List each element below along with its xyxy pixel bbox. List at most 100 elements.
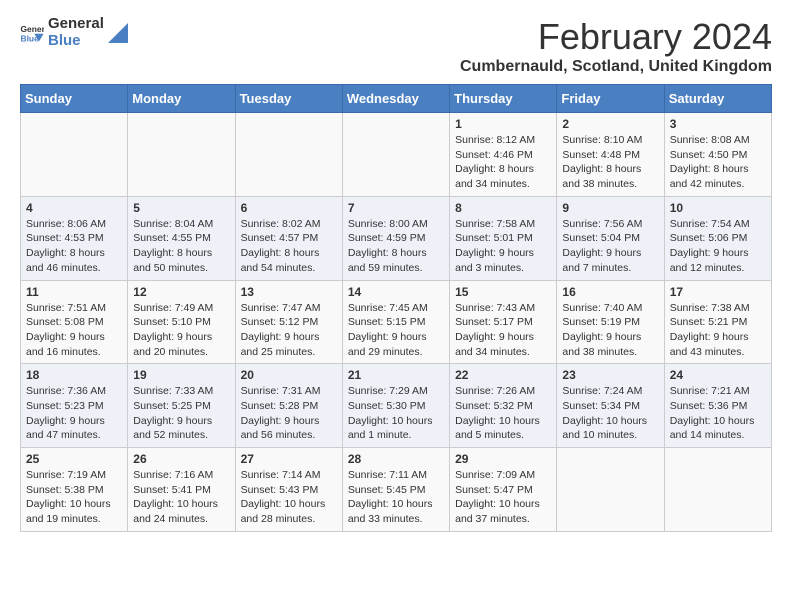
- header-tuesday: Tuesday: [235, 85, 342, 113]
- calendar-cell: 1Sunrise: 8:12 AM Sunset: 4:46 PM Daylig…: [450, 113, 557, 197]
- calendar-header-row: SundayMondayTuesdayWednesdayThursdayFrid…: [21, 85, 772, 113]
- day-number: 20: [241, 368, 337, 382]
- cell-content: Sunrise: 7:54 AM Sunset: 5:06 PM Dayligh…: [670, 217, 766, 276]
- cell-content: Sunrise: 7:21 AM Sunset: 5:36 PM Dayligh…: [670, 384, 766, 443]
- cell-content: Sunrise: 7:47 AM Sunset: 5:12 PM Dayligh…: [241, 301, 337, 360]
- calendar-cell: 23 Sunrise: 7:24 AM Sunset: 5:34 PM Dayli…: [557, 364, 664, 448]
- calendar-cell: 20Sunrise: 7:31 AM Sunset: 5:28 PM Dayli…: [235, 364, 342, 448]
- cell-content: Sunrise: 7:29 AM Sunset: 5:30 PM Dayligh…: [348, 384, 444, 443]
- calendar-cell: 14Sunrise: 7:45 AM Sunset: 5:15 PM Dayli…: [342, 280, 449, 364]
- day-number: 24: [670, 368, 766, 382]
- calendar-cell: 18Sunrise: 7:36 AM Sunset: 5:23 PM Dayli…: [21, 364, 128, 448]
- logo-triangle-icon: [108, 23, 128, 43]
- cell-content: Sunrise: 7:45 AM Sunset: 5:15 PM Dayligh…: [348, 301, 444, 360]
- day-number: 5: [133, 201, 229, 215]
- cell-content: Sunrise: 7:58 AM Sunset: 5:01 PM Dayligh…: [455, 217, 551, 276]
- calendar-week-row: 11 Sunrise: 7:51 AM Sunset: 5:08 PM Dayli…: [21, 280, 772, 364]
- calendar-cell: 22 Sunrise: 7:26 AM Sunset: 5:32 PM Dayli…: [450, 364, 557, 448]
- day-number: 23: [562, 368, 658, 382]
- header-friday: Friday: [557, 85, 664, 113]
- calendar-table: SundayMondayTuesdayWednesdayThursdayFrid…: [20, 84, 772, 532]
- cell-content: Sunrise: 7:09 AM Sunset: 5:47 PM Dayligh…: [455, 468, 551, 527]
- cell-content: Sunrise: 7:33 AM Sunset: 5:25 PM Dayligh…: [133, 384, 229, 443]
- calendar-cell: 13Sunrise: 7:47 AM Sunset: 5:12 PM Dayli…: [235, 280, 342, 364]
- cell-content: Sunrise: 7:24 AM Sunset: 5:34 PM Dayligh…: [562, 384, 658, 443]
- calendar-cell: [342, 113, 449, 197]
- header-wednesday: Wednesday: [342, 85, 449, 113]
- calendar-cell: 10 Sunrise: 7:54 AM Sunset: 5:06 PM Dayli…: [664, 196, 771, 280]
- calendar-cell: 17Sunrise: 7:38 AM Sunset: 5:21 PM Dayli…: [664, 280, 771, 364]
- calendar-week-row: 18Sunrise: 7:36 AM Sunset: 5:23 PM Dayli…: [21, 364, 772, 448]
- cell-content: Sunrise: 7:49 AM Sunset: 5:10 PM Dayligh…: [133, 301, 229, 360]
- day-number: 21: [348, 368, 444, 382]
- day-number: 28: [348, 452, 444, 466]
- calendar-cell: 19 Sunrise: 7:33 AM Sunset: 5:25 PM Dayli…: [128, 364, 235, 448]
- calendar-cell: 12 Sunrise: 7:49 AM Sunset: 5:10 PM Dayli…: [128, 280, 235, 364]
- day-number: 29: [455, 452, 551, 466]
- logo: General Blue General Blue: [20, 16, 128, 49]
- logo-icon: General Blue: [20, 23, 44, 43]
- cell-content: Sunrise: 7:26 AM Sunset: 5:32 PM Dayligh…: [455, 384, 551, 443]
- day-number: 2: [562, 117, 658, 131]
- header-saturday: Saturday: [664, 85, 771, 113]
- cell-content: Sunrise: 7:51 AM Sunset: 5:08 PM Dayligh…: [26, 301, 122, 360]
- calendar-week-row: 25Sunrise: 7:19 AM Sunset: 5:38 PM Dayli…: [21, 448, 772, 532]
- page-subtitle: Cumbernauld, Scotland, United Kingdom: [460, 58, 772, 76]
- calendar-week-row: 4 Sunrise: 8:06 AM Sunset: 4:53 PM Daylig…: [21, 196, 772, 280]
- day-number: 4: [26, 201, 122, 215]
- cell-content: Sunrise: 8:02 AM Sunset: 4:57 PM Dayligh…: [241, 217, 337, 276]
- calendar-cell: 5 Sunrise: 8:04 AM Sunset: 4:55 PM Daylig…: [128, 196, 235, 280]
- logo-general-text: General: [48, 16, 104, 33]
- calendar-cell: [557, 448, 664, 532]
- cell-content: Sunrise: 7:36 AM Sunset: 5:23 PM Dayligh…: [26, 384, 122, 443]
- day-number: 1: [455, 117, 551, 131]
- day-number: 12: [133, 285, 229, 299]
- calendar-week-row: 1Sunrise: 8:12 AM Sunset: 4:46 PM Daylig…: [21, 113, 772, 197]
- title-section: February 2024 Cumbernauld, Scotland, Uni…: [460, 16, 772, 76]
- day-number: 15: [455, 285, 551, 299]
- calendar-cell: 28 Sunrise: 7:11 AM Sunset: 5:45 PM Dayli…: [342, 448, 449, 532]
- cell-content: Sunrise: 8:10 AM Sunset: 4:48 PM Dayligh…: [562, 133, 658, 192]
- day-number: 7: [348, 201, 444, 215]
- cell-content: Sunrise: 8:06 AM Sunset: 4:53 PM Dayligh…: [26, 217, 122, 276]
- day-number: 19: [133, 368, 229, 382]
- calendar-cell: [235, 113, 342, 197]
- day-number: 11: [26, 285, 122, 299]
- logo-blue-text: Blue: [48, 33, 104, 50]
- cell-content: Sunrise: 7:43 AM Sunset: 5:17 PM Dayligh…: [455, 301, 551, 360]
- day-number: 8: [455, 201, 551, 215]
- calendar-cell: 6Sunrise: 8:02 AM Sunset: 4:57 PM Daylig…: [235, 196, 342, 280]
- cell-content: Sunrise: 8:04 AM Sunset: 4:55 PM Dayligh…: [133, 217, 229, 276]
- calendar-cell: 9 Sunrise: 7:56 AM Sunset: 5:04 PM Daylig…: [557, 196, 664, 280]
- calendar-cell: 24 Sunrise: 7:21 AM Sunset: 5:36 PM Dayli…: [664, 364, 771, 448]
- calendar-cell: 2 Sunrise: 8:10 AM Sunset: 4:48 PM Daylig…: [557, 113, 664, 197]
- calendar-cell: 3Sunrise: 8:08 AM Sunset: 4:50 PM Daylig…: [664, 113, 771, 197]
- calendar-cell: 7 Sunrise: 8:00 AM Sunset: 4:59 PM Daylig…: [342, 196, 449, 280]
- calendar-cell: 25Sunrise: 7:19 AM Sunset: 5:38 PM Dayli…: [21, 448, 128, 532]
- header-sunday: Sunday: [21, 85, 128, 113]
- day-number: 10: [670, 201, 766, 215]
- calendar-cell: [128, 113, 235, 197]
- calendar-cell: 15 Sunrise: 7:43 AM Sunset: 5:17 PM Dayli…: [450, 280, 557, 364]
- calendar-cell: 11 Sunrise: 7:51 AM Sunset: 5:08 PM Dayli…: [21, 280, 128, 364]
- calendar-cell: 26Sunrise: 7:16 AM Sunset: 5:41 PM Dayli…: [128, 448, 235, 532]
- cell-content: Sunrise: 7:14 AM Sunset: 5:43 PM Dayligh…: [241, 468, 337, 527]
- calendar-cell: 8 Sunrise: 7:58 AM Sunset: 5:01 PM Daylig…: [450, 196, 557, 280]
- calendar-cell: [21, 113, 128, 197]
- cell-content: Sunrise: 7:11 AM Sunset: 5:45 PM Dayligh…: [348, 468, 444, 527]
- cell-content: Sunrise: 8:00 AM Sunset: 4:59 PM Dayligh…: [348, 217, 444, 276]
- cell-content: Sunrise: 7:38 AM Sunset: 5:21 PM Dayligh…: [670, 301, 766, 360]
- cell-content: Sunrise: 7:56 AM Sunset: 5:04 PM Dayligh…: [562, 217, 658, 276]
- day-number: 9: [562, 201, 658, 215]
- day-number: 27: [241, 452, 337, 466]
- calendar-cell: 21 Sunrise: 7:29 AM Sunset: 5:30 PM Dayli…: [342, 364, 449, 448]
- header-monday: Monday: [128, 85, 235, 113]
- page-header: General Blue General Blue February 2024 …: [20, 16, 772, 76]
- header-thursday: Thursday: [450, 85, 557, 113]
- day-number: 25: [26, 452, 122, 466]
- day-number: 22: [455, 368, 551, 382]
- cell-content: Sunrise: 7:40 AM Sunset: 5:19 PM Dayligh…: [562, 301, 658, 360]
- svg-text:Blue: Blue: [20, 33, 39, 43]
- day-number: 26: [133, 452, 229, 466]
- day-number: 3: [670, 117, 766, 131]
